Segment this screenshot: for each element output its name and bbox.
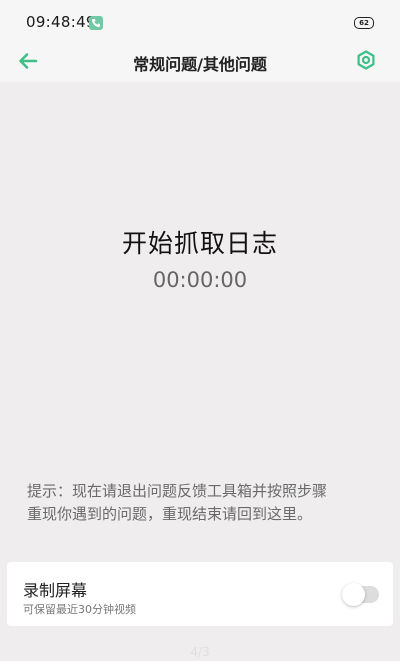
record-screen-toggle[interactable] — [342, 583, 379, 606]
hint-text: 提示：现在请退出问题反馈工具箱并按照步骤 重现你遇到的问题，重现结束请回到这里。 — [27, 480, 377, 526]
page-title: 常规问题/其他问题 — [133, 55, 267, 74]
capture-log-title: 开始抓取日志 — [121, 229, 278, 258]
toggle-knob — [342, 583, 365, 606]
phone-icon — [89, 16, 103, 30]
app-header: 常规问题/其他问题 — [0, 44, 400, 82]
timer-display: 00:00:00 — [152, 268, 248, 292]
record-screen-card: 录制屏幕 可保留最近30分钟视频 — [7, 562, 393, 626]
hint-line-2: 重现你遇到的问题，重现结束请回到这里。 — [27, 505, 313, 523]
battery-icon: 62 — [354, 17, 374, 29]
status-time: 09:48:49 — [26, 13, 96, 31]
record-screen-label: 录制屏幕 — [23, 581, 88, 600]
status-bar: 09:48:49 62 — [0, 0, 400, 44]
page-indicator: 4/3 — [190, 645, 210, 659]
hint-line-1: 提示：现在请退出问题反馈工具箱并按照步骤 — [27, 482, 328, 500]
record-screen-description: 可保留最近30分钟视频 — [23, 603, 136, 616]
gear-icon[interactable] — [356, 50, 376, 70]
